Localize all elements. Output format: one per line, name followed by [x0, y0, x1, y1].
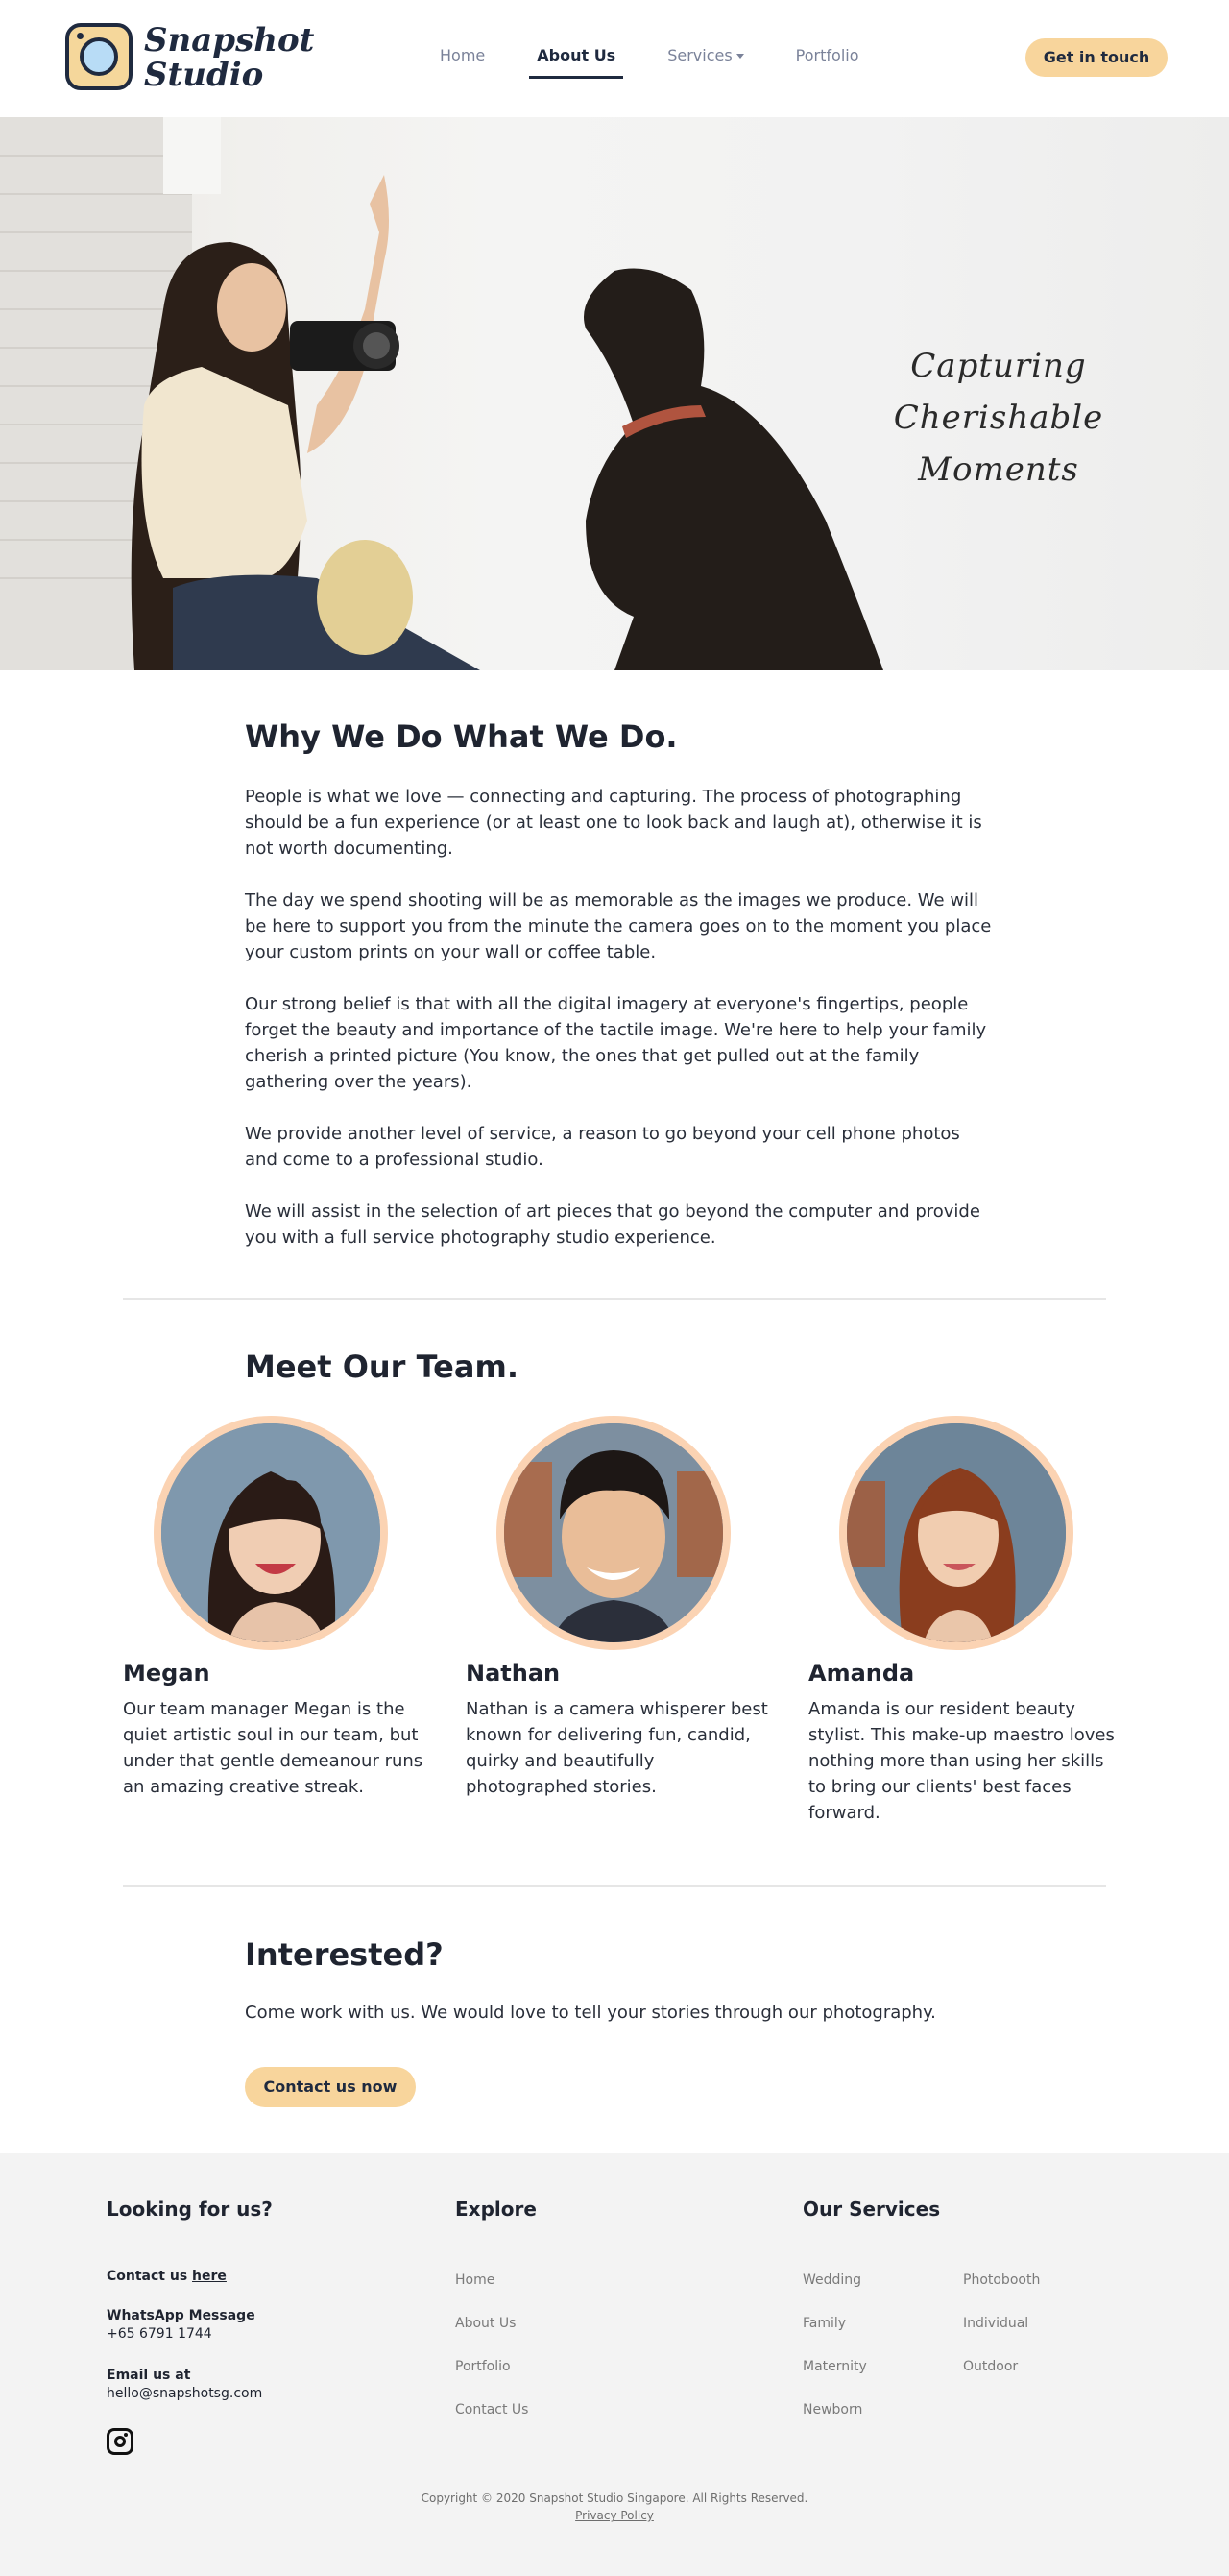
contact-us-now-button[interactable]: Contact us now	[245, 2067, 416, 2107]
hero-banner: Capturing Cherishable Moments	[0, 117, 1229, 670]
section-divider	[123, 1885, 1106, 1887]
privacy-policy-link[interactable]: Privacy Policy	[0, 2509, 1229, 2522]
footer-service-individual[interactable]: Individual	[963, 2316, 1028, 2331]
footer-service-family[interactable]: Family	[803, 2316, 846, 2331]
member-bio: Amanda is our resident beauty stylist. T…	[808, 1699, 1115, 1823]
team-title: Meet Our Team.	[245, 1349, 518, 1385]
avatar-nathan	[496, 1416, 731, 1650]
team-member-nathan: Nathan Nathan is a camera whisperer best…	[466, 1416, 773, 1838]
footer-link-home[interactable]: Home	[455, 2272, 494, 2288]
why-paragraph: The day we spend shooting will be as mem…	[245, 890, 992, 962]
member-bio: Nathan is a camera whisperer best known …	[466, 1699, 768, 1797]
team-member-megan: Megan Our team manager Megan is the quie…	[123, 1416, 430, 1838]
footer-service-wedding[interactable]: Wedding	[803, 2272, 861, 2288]
main-nav: Home About Us Services Portfolio	[432, 42, 904, 79]
email-label: Email us at	[107, 2368, 191, 2383]
footer-col3-title: Our Services	[803, 2198, 941, 2221]
hero-tagline-line1: Capturing Cherishable	[893, 347, 1104, 437]
logo[interactable]: Snapshot Studio	[65, 23, 314, 96]
whatsapp-label: WhatsApp Message	[107, 2308, 255, 2323]
footer-service-maternity[interactable]: Maternity	[803, 2359, 867, 2374]
nav-services-label: Services	[667, 46, 733, 64]
whatsapp-value[interactable]: +65 6791 1744	[107, 2326, 212, 2342]
camera-logo-icon	[65, 23, 133, 90]
footer-link-contact-us[interactable]: Contact Us	[455, 2402, 528, 2418]
section-divider	[123, 1298, 1106, 1300]
footer-service-newborn[interactable]: Newborn	[803, 2402, 862, 2418]
member-name: Nathan	[466, 1660, 561, 1687]
member-name: Amanda	[808, 1660, 915, 1687]
why-paragraph: People is what we love — connecting and …	[245, 787, 982, 859]
footer-link-about-us[interactable]: About Us	[455, 2316, 516, 2331]
avatar-megan	[154, 1416, 388, 1650]
logo-line1: Snapshot	[144, 21, 315, 60]
logo-line2: Studio	[144, 56, 264, 94]
member-name: Megan	[123, 1660, 210, 1687]
get-in-touch-button[interactable]: Get in touch	[1025, 38, 1168, 77]
interested-title: Interested?	[245, 1936, 444, 1973]
why-paragraph: We will assist in the selection of art p…	[245, 1202, 980, 1248]
why-section: Why We Do What We Do. People is what we …	[245, 718, 994, 1276]
site-header: Snapshot Studio Home About Us Services P…	[0, 0, 1229, 117]
interested-text: Come work with us. We would love to tell…	[245, 2003, 936, 2023]
footer-service-outdoor[interactable]: Outdoor	[963, 2359, 1018, 2374]
contact-label: Contact us	[107, 2269, 188, 2284]
nav-home[interactable]: Home	[432, 42, 493, 77]
contact-here-link[interactable]: here	[192, 2269, 227, 2284]
team-member-amanda: Amanda Amanda is our resident beauty sty…	[808, 1416, 1116, 1838]
caret-down-icon	[735, 54, 744, 59]
avatar-amanda	[839, 1416, 1073, 1650]
member-bio: Our team manager Megan is the quiet arti…	[123, 1699, 423, 1797]
nav-about-us[interactable]: About Us	[529, 42, 624, 79]
nav-services[interactable]: Services	[660, 42, 751, 77]
copyright-text: Copyright © 2020 Snapshot Studio Singapo…	[421, 2491, 808, 2505]
footer-service-photobooth[interactable]: Photobooth	[963, 2272, 1040, 2288]
why-paragraph: Our strong belief is that with all the d…	[245, 994, 987, 1092]
nav-portfolio[interactable]: Portfolio	[788, 42, 867, 77]
team-title-wrap: Meet Our Team.	[245, 1349, 994, 1385]
site-footer: Looking for us? Contact us here WhatsApp…	[0, 2153, 1229, 2576]
contact-label-row: Contact us here	[107, 2269, 227, 2284]
hero-tagline: Capturing Cherishable Moments	[816, 340, 1181, 496]
instagram-icon[interactable]	[107, 2428, 133, 2455]
footer-col1-title: Looking for us?	[107, 2198, 273, 2221]
hero-tagline-line2: Moments	[918, 450, 1079, 489]
interested-section: Interested? Come work with us. We would …	[245, 1936, 994, 2052]
footer-link-portfolio[interactable]: Portfolio	[455, 2359, 511, 2374]
why-paragraph: We provide another level of service, a r…	[245, 1124, 960, 1170]
footer-col2-title: Explore	[455, 2198, 537, 2221]
email-value[interactable]: hello@snapshotsg.com	[107, 2386, 262, 2401]
logo-text: Snapshot Studio	[144, 23, 314, 92]
why-title: Why We Do What We Do.	[245, 718, 678, 755]
